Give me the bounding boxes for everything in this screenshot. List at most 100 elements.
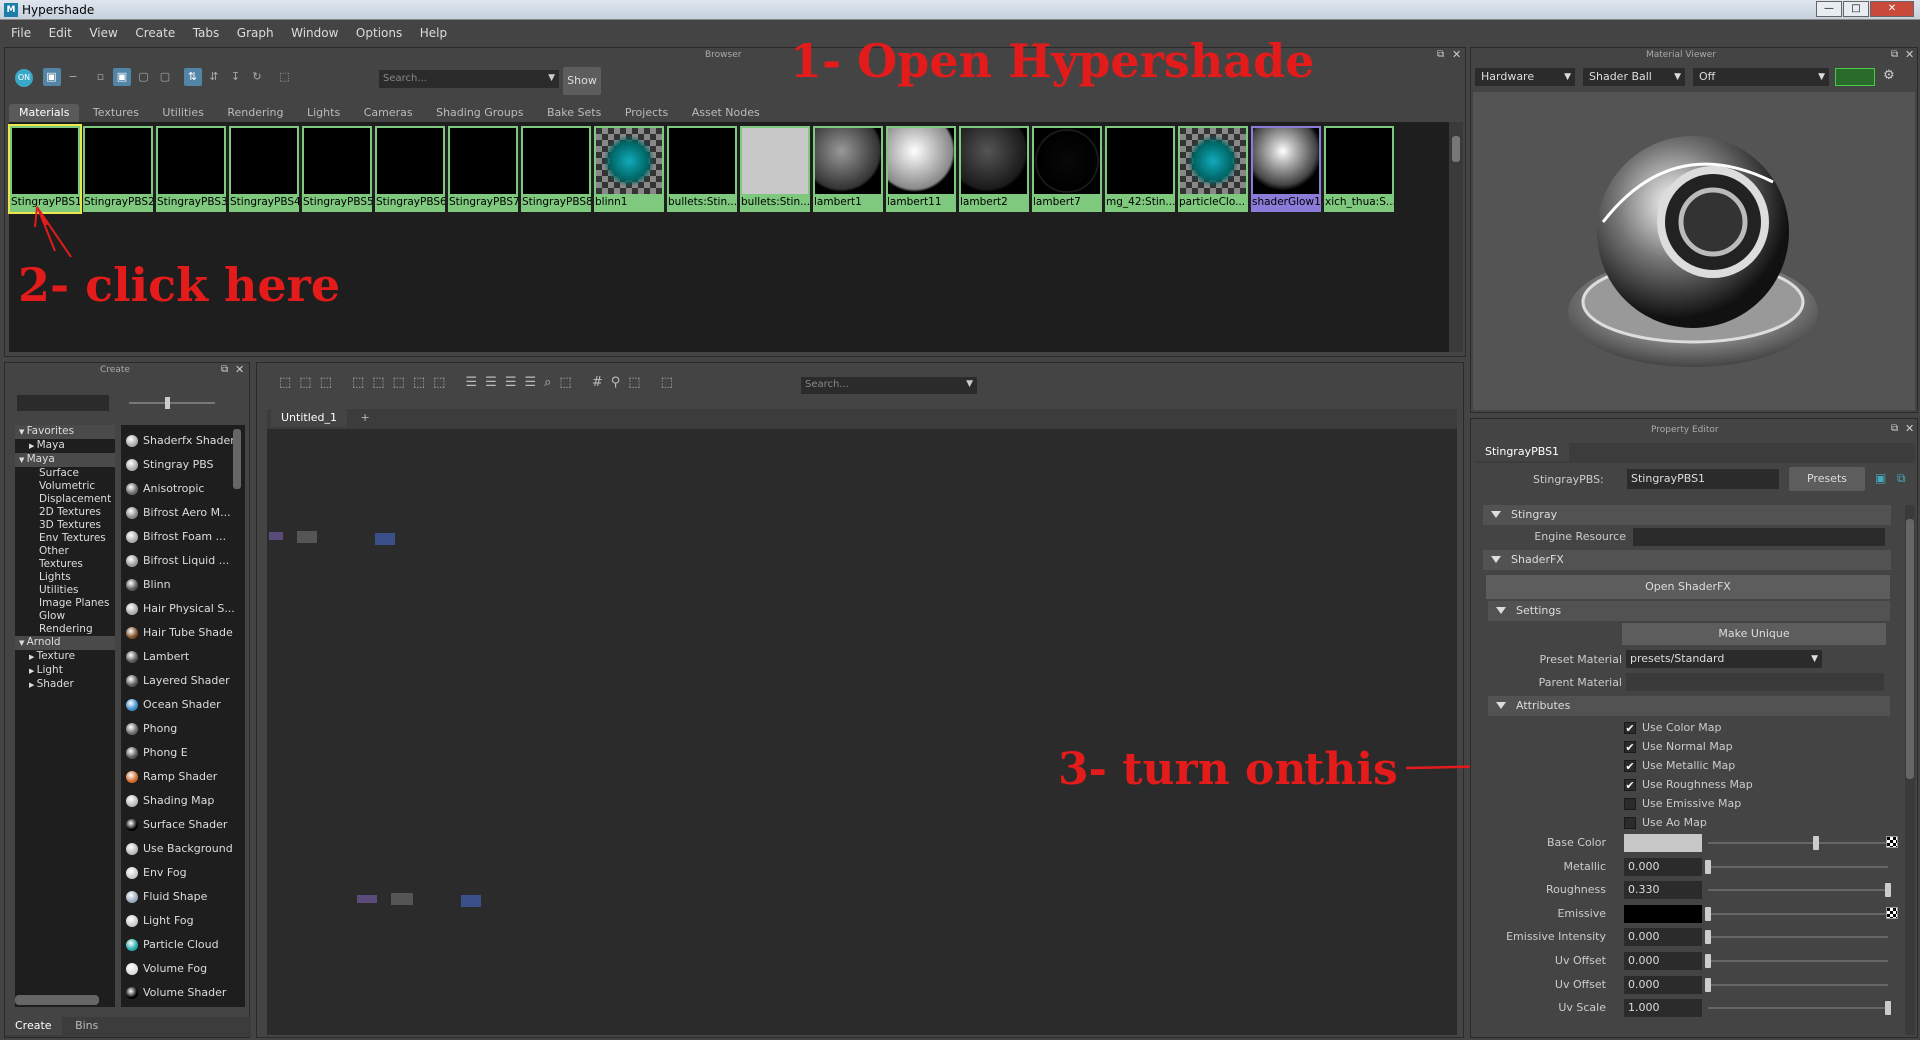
expand-down-icon[interactable]: ▼ — [19, 428, 27, 436]
menu-help[interactable]: Help — [413, 21, 454, 46]
attr-slider[interactable] — [1705, 906, 1888, 921]
tree-item[interactable]: ▼ Favorites — [15, 425, 115, 439]
float-icon[interactable]: ⧉ — [221, 364, 228, 375]
menu-window[interactable]: Window — [284, 21, 345, 46]
create-node-item[interactable]: Volume Shader — [121, 981, 245, 1005]
color-bars-icon[interactable] — [1835, 68, 1875, 86]
color-swatch[interactable] — [1624, 834, 1702, 852]
expand-right-icon[interactable]: ▶ — [29, 442, 37, 450]
graph-node[interactable] — [391, 893, 413, 905]
icon-size-slider[interactable] — [129, 397, 215, 409]
graph-node[interactable] — [297, 531, 317, 543]
attr-slider[interactable] — [1705, 977, 1888, 992]
tab-create[interactable]: Create — [5, 1017, 62, 1035]
open-shaderfx-button[interactable]: Open ShaderFX — [1486, 575, 1890, 599]
create-node-item[interactable]: Stingray PBS — [121, 453, 245, 477]
material-swatch[interactable]: StingrayPBS1 — [8, 124, 82, 214]
create-node-item[interactable]: Bifrost Foam ... — [121, 525, 245, 549]
material-swatch[interactable]: StingrayPBS7 — [448, 126, 518, 212]
tree-item[interactable]: ▶ Light — [15, 664, 115, 678]
large-icon-icon[interactable]: ▢ — [135, 68, 153, 86]
panel-close-icon[interactable]: ✕ — [1905, 48, 1914, 61]
create-node-item[interactable]: Volume Fog — [121, 957, 245, 981]
material-swatch[interactable]: bullets:Stin... — [740, 126, 810, 212]
graph-toolbar-icons[interactable]: ⬚⬚⬚ ⬚⬚⬚⬚⬚ ☰☰☰☰⌕⬚ #⚲⬚ ⬚ — [279, 375, 839, 395]
create-node-item[interactable]: Hair Physical S... — [121, 597, 245, 621]
node-scrollbar[interactable] — [233, 429, 241, 489]
sort-time-icon[interactable]: ↧ — [227, 68, 245, 86]
tree-item[interactable]: Image Planes — [15, 597, 115, 610]
attr-value-field[interactable]: 0.330 — [1624, 881, 1702, 900]
create-node-item[interactable]: Ramp Shader — [121, 765, 245, 789]
tree-item[interactable]: Volumetric — [15, 480, 115, 493]
create-node-item[interactable]: Lambert — [121, 645, 245, 669]
env-select[interactable]: Off ▼ — [1693, 68, 1829, 86]
create-node-item[interactable]: Fluid Shape — [121, 885, 245, 909]
material-swatch[interactable]: StingrayPBS3 — [156, 126, 226, 212]
graph-node[interactable] — [461, 895, 481, 907]
material-swatch[interactable]: lambert2 — [959, 126, 1029, 212]
graph-node[interactable] — [375, 533, 395, 545]
minimize-button[interactable]: — — [1816, 1, 1842, 17]
expand-right-icon[interactable]: ▶ — [29, 653, 37, 661]
slider-handle[interactable] — [1813, 836, 1819, 850]
create-node-item[interactable]: Bifrost Aero M... — [121, 501, 245, 525]
small-icon-icon[interactable]: ▫ — [92, 68, 110, 86]
create-node-item[interactable]: Env Fog — [121, 861, 245, 885]
attr-value-field[interactable]: 1.000 — [1624, 999, 1702, 1018]
attr-slider[interactable] — [1708, 883, 1891, 898]
attr-slider[interactable] — [1705, 859, 1888, 874]
sort-name-icon[interactable]: ⇅ — [183, 68, 202, 86]
tree-scrollbar[interactable] — [15, 995, 99, 1005]
material-swatch[interactable]: lambert1 — [813, 126, 883, 212]
attr-value-field[interactable]: 0.000 — [1624, 975, 1702, 994]
material-swatch[interactable]: shaderGlow1 — [1251, 126, 1321, 212]
attr-checkbox[interactable]: ✔ Use Normal Map — [1624, 738, 1920, 756]
tab-lights[interactable]: Lights — [297, 104, 350, 122]
browser-scrollbar[interactable] — [1449, 122, 1463, 352]
engine-resource-field[interactable] — [1633, 528, 1885, 546]
panel-close-icon[interactable]: ✕ — [1905, 422, 1914, 435]
attr-value-field[interactable]: 0.000 — [1624, 857, 1702, 876]
panel-close-icon[interactable]: ✕ — [235, 363, 244, 376]
tab-materials[interactable]: Materials — [9, 104, 80, 122]
section-settings[interactable]: Settings — [1488, 601, 1890, 621]
checkmark-icon[interactable]: ✔ — [1624, 722, 1636, 734]
tab-utilities[interactable]: Utilities — [152, 104, 213, 122]
float-icon[interactable]: ⧉ — [1437, 49, 1444, 60]
graph-search-input[interactable]: Search... ▼ — [801, 377, 977, 394]
graph-canvas[interactable] — [267, 429, 1457, 1035]
material-swatch[interactable]: StingrayPBS8 — [521, 126, 591, 212]
tree-item[interactable]: 3D Textures — [15, 519, 115, 532]
tree-item[interactable]: ▼ Maya — [15, 453, 115, 467]
xlarge-icon-icon[interactable]: ▢ — [156, 68, 174, 86]
slider-handle[interactable] — [1885, 883, 1891, 898]
add-tab-button[interactable]: + — [351, 409, 380, 427]
color-swatch[interactable] — [1624, 904, 1702, 923]
section-shaderfx[interactable]: ShaderFX — [1483, 550, 1891, 570]
create-node-item[interactable]: Phong — [121, 717, 245, 741]
slider-handle[interactable] — [1705, 930, 1711, 945]
create-node-item[interactable]: Layered Shader — [121, 669, 245, 693]
tab-projects[interactable]: Projects — [615, 104, 678, 122]
maximize-button[interactable]: □ — [1843, 1, 1869, 17]
checkbox-empty[interactable] — [1624, 817, 1636, 829]
menu-options[interactable]: Options — [349, 21, 409, 46]
material-swatch[interactable]: lambert7 — [1032, 126, 1102, 212]
tree-item[interactable]: ▶ Texture — [15, 650, 115, 664]
tab-bins[interactable]: Bins — [65, 1017, 108, 1035]
chevron-down-icon[interactable]: ▼ — [548, 73, 555, 83]
tree-item[interactable]: Displacement — [15, 493, 115, 506]
sort-type-icon[interactable]: ⇵ — [205, 68, 223, 86]
create-node-item[interactable]: Hair Tube Shade — [121, 621, 245, 645]
expand-right-icon[interactable]: ▶ — [29, 667, 37, 675]
material-swatch[interactable]: StingrayPBS2 — [83, 126, 153, 212]
list-view-icon[interactable]: − — [64, 68, 82, 86]
create-node-item[interactable]: Blinn — [121, 573, 245, 597]
show-button[interactable]: Show — [563, 67, 601, 95]
tree-item[interactable]: Lights — [15, 571, 115, 584]
attr-value-field[interactable]: 0.000 — [1624, 952, 1702, 970]
create-node-item[interactable]: Phong E — [121, 741, 245, 765]
create-node-item[interactable]: Shading Map — [121, 789, 245, 813]
material-swatch[interactable]: bullets:Stin... — [667, 126, 737, 212]
